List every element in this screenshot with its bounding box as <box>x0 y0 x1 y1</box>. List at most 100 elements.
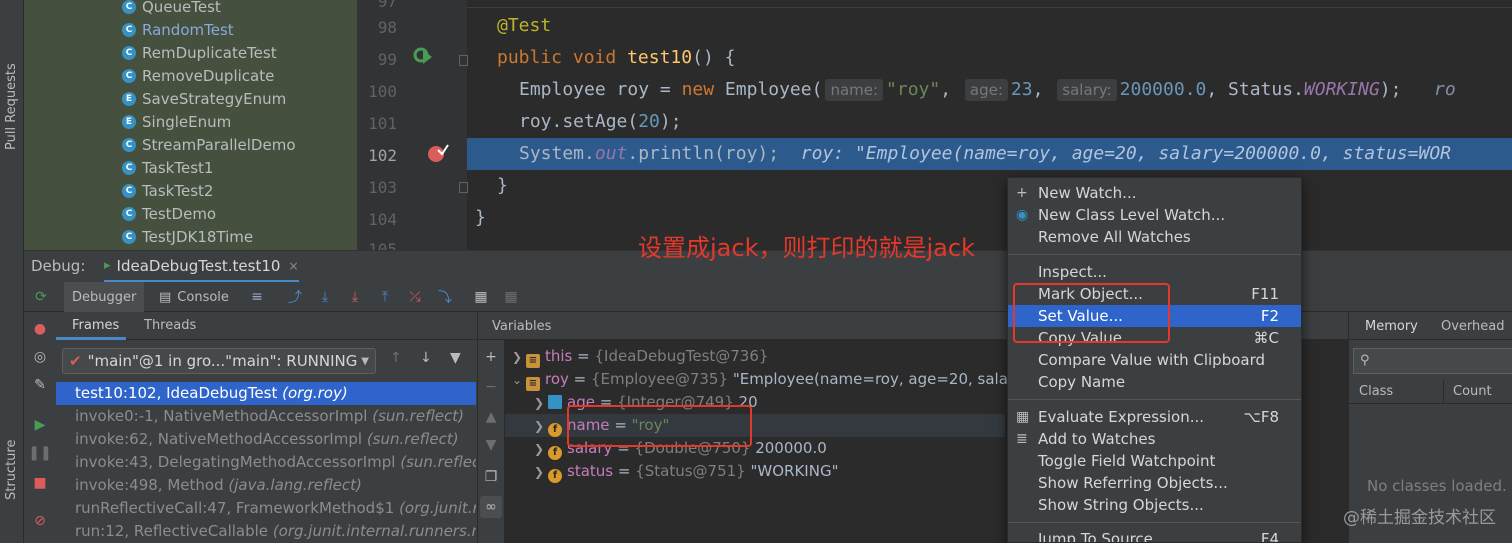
line-number: 100 <box>368 82 397 101</box>
tree-item[interactable]: C RandomTest <box>122 18 234 41</box>
menu-item-evaluate-expression[interactable]: ▦ Evaluate Expression... ⌥F8 <box>1008 406 1301 428</box>
step-into-icon[interactable]: ⤓ <box>346 288 364 306</box>
annotation-text: 设置成jack，则打印的就是jack <box>638 234 975 262</box>
pull-requests-tab[interactable]: Pull Requests <box>4 63 19 150</box>
search-icon: ⚲ <box>1360 353 1370 368</box>
menu-item-compare-value[interactable]: Compare Value with Clipboard <box>1008 349 1301 371</box>
menu-item-jump-to-source[interactable]: Jump To Source F4 <box>1008 528 1301 542</box>
watches-icon: ≣ <box>1016 431 1028 447</box>
glasses-icon[interactable]: ∞ <box>480 496 502 518</box>
debug-session-tab[interactable]: ▸ IdeaDebugTest.test10 × <box>104 251 299 283</box>
menu-separator <box>1008 399 1301 400</box>
add-watch-icon[interactable]: + <box>482 348 500 366</box>
camera-icon[interactable]: ◎ <box>31 348 49 366</box>
chevron-right-icon[interactable]: ❯ <box>534 415 548 438</box>
tree-item[interactable]: C RemDuplicateTest <box>122 41 277 64</box>
line-number: 104 <box>368 210 397 229</box>
rerun-icon[interactable]: ⟳ <box>32 288 50 306</box>
mute-breakpoints-icon[interactable]: ⊘ <box>31 512 49 530</box>
tab-frames[interactable]: Frames <box>72 318 119 333</box>
code-line-current: System.out.println(roy); roy: "Employee(… <box>519 143 1451 164</box>
variable-row[interactable]: ❯ ≡ this = {IdeaDebugTest@736} <box>512 345 768 368</box>
tab-overhead[interactable]: Overhead <box>1441 319 1505 334</box>
highlight-box-variable <box>567 405 752 447</box>
filter-icon[interactable]: ▼ <box>450 350 461 366</box>
line-number: 103 <box>368 178 397 197</box>
code-line: roy.setAge(20); <box>519 111 682 132</box>
stop-icon[interactable]: ■ <box>31 474 49 492</box>
view-breakpoints-icon[interactable]: ● <box>31 320 49 338</box>
tab-console[interactable]: ▤ Console <box>159 282 229 312</box>
trace-icon[interactable]: ▦ <box>502 288 520 306</box>
tree-item[interactable]: C QueueTest <box>122 0 221 18</box>
copy-icon[interactable]: ❐ <box>482 468 500 486</box>
step-out-icon[interactable]: ⤒ <box>376 288 394 306</box>
menu-item-show-string-objects[interactable]: Show String Objects... <box>1008 494 1301 516</box>
tree-item[interactable]: C RemoveDuplicate <box>122 64 274 87</box>
remove-watch-icon[interactable]: − <box>482 378 500 396</box>
close-tab-icon[interactable]: × <box>288 259 298 273</box>
tree-item[interactable]: C TestDemo <box>122 202 216 225</box>
show-execution-point-icon[interactable]: ⤴ <box>286 288 304 306</box>
menu-item-new-class-level-watch[interactable]: ◉ New Class Level Watch... <box>1008 204 1301 226</box>
variables-actions-sidebar: + − ▲ ▼ ❐ ∞ <box>478 340 504 543</box>
variable-row[interactable]: ❯ f status = {Status@751} "WORKING" <box>534 460 838 483</box>
pause-icon[interactable]: ❚❚ <box>28 444 51 462</box>
line-number: 101 <box>368 114 397 133</box>
menu-item-new-watch[interactable]: + New Watch... <box>1008 182 1301 204</box>
class-watch-icon: ◉ <box>1016 207 1029 223</box>
frame-row[interactable]: invoke:43, DelegatingMethodAccessorImpl … <box>56 451 476 474</box>
chevron-down-icon[interactable]: ⌄ <box>512 369 526 392</box>
next-frame-icon[interactable]: ↓ <box>420 350 432 366</box>
menu-item-inspect[interactable]: Inspect... <box>1008 261 1301 283</box>
frame-row[interactable]: invoke:62, NativeMethodAccessorImpl (sun… <box>56 428 476 451</box>
class-icon: C <box>122 22 136 37</box>
frame-row[interactable]: invoke:498, Method (java.lang.reflect) <box>56 474 476 497</box>
resume-icon[interactable]: ▶ <box>31 416 49 434</box>
settings-wrench-icon[interactable]: ✎ <box>31 376 49 394</box>
tab-memory[interactable]: Memory <box>1365 319 1418 334</box>
tab-debugger[interactable]: Debugger <box>64 282 145 312</box>
chevron-right-icon[interactable]: ❯ <box>534 461 548 484</box>
memory-search-input[interactable]: ⚲ <box>1353 348 1512 374</box>
frame-row[interactable]: invoke0:-1, NativeMethodAccessorImpl (su… <box>56 405 476 428</box>
menu-item-show-referring-objects[interactable]: Show Referring Objects... <box>1008 472 1301 494</box>
count-column-header[interactable]: Count <box>1453 384 1492 399</box>
variable-row[interactable]: ⌄ ≡ roy = {Employee@735} "Employee(name=ro… <box>512 368 1036 391</box>
tree-item[interactable]: C TaskTest2 <box>122 179 213 202</box>
context-menu: + New Watch... ◉ New Class Level Watch... … <box>1007 177 1302 543</box>
chevron-right-icon[interactable]: ❯ <box>534 438 548 461</box>
field-flag-icon <box>548 395 562 409</box>
menu-item-copy-name[interactable]: Copy Name <box>1008 371 1301 393</box>
chevron-right-icon[interactable]: ❯ <box>534 392 548 415</box>
tab-threads[interactable]: Threads <box>144 318 196 333</box>
move-down-icon[interactable]: ▼ <box>482 436 500 454</box>
drop-frame-icon[interactable]: ⤰ <box>406 288 424 306</box>
class-column-header[interactable]: Class <box>1359 384 1393 399</box>
run-to-cursor-icon[interactable]: ⤵ <box>436 288 454 306</box>
run-test-icon[interactable] <box>413 46 433 66</box>
frame-row[interactable]: test10:102, IdeaDebugTest (org.roy) <box>56 382 476 405</box>
breakpoint-icon[interactable] <box>427 142 449 164</box>
structure-tab[interactable]: Structure <box>4 440 19 500</box>
code-editor[interactable]: @Test public void test10() { Employee ro… <box>467 0 1512 250</box>
tree-item[interactable]: E SaveStrategyEnum <box>122 87 286 110</box>
step-over-icon[interactable]: ⤓ <box>316 288 334 306</box>
tree-item[interactable]: C TaskTest1 <box>122 156 213 179</box>
class-icon: C <box>122 206 136 221</box>
move-up-icon[interactable]: ▲ <box>482 408 500 426</box>
frame-row[interactable]: run:12, ReflectiveCallable (org.junit.in… <box>56 520 476 543</box>
menu-item-add-to-watches[interactable]: ≣ Add to Watches <box>1008 428 1301 450</box>
tree-item[interactable]: E SingleEnum <box>122 110 231 133</box>
thread-select[interactable]: ✔ "main"@1 in gro..."main": RUNNING ▼ <box>62 348 376 374</box>
tree-item[interactable]: C TestJDK18Time <box>122 225 253 248</box>
previous-frame-icon[interactable]: ↑ <box>390 350 402 366</box>
menu-item-remove-all-watches[interactable]: Remove All Watches <box>1008 226 1301 248</box>
chevron-right-icon[interactable]: ❯ <box>512 346 526 369</box>
tree-item[interactable]: C StreamParallelDemo <box>122 133 296 156</box>
debug-actions-sidebar: ● ◎ ✎ ▶ ❚❚ ■ ⊘ <box>24 312 56 543</box>
menu-item-toggle-field-watchpoint[interactable]: Toggle Field Watchpoint <box>1008 450 1301 472</box>
layout-icon[interactable]: ≡ <box>248 288 266 306</box>
frame-row[interactable]: runReflectiveCall:47, FrameworkMethod$1 … <box>56 497 476 520</box>
evaluate-icon[interactable]: ▦ <box>472 288 490 306</box>
